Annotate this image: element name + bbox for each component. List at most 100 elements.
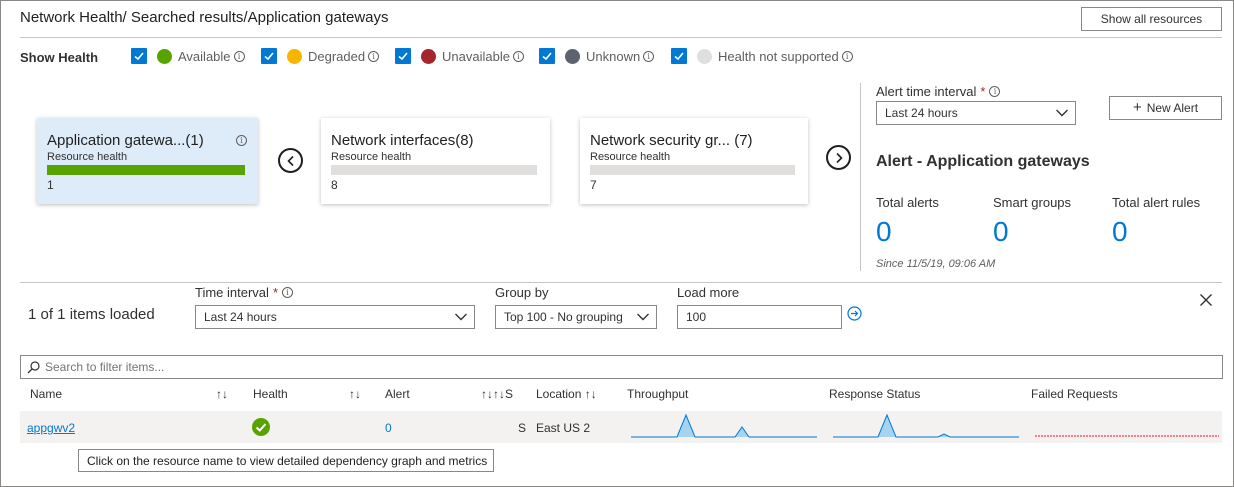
health-bar — [331, 165, 537, 175]
stat-value-total-alert-rules[interactable]: 0 — [1112, 216, 1128, 248]
card-title: Network security gr... (7) — [590, 132, 753, 149]
stat-label-smart-groups: Smart groups — [993, 195, 1072, 210]
column-header-health[interactable]: Health — [253, 387, 288, 401]
time-interval-select[interactable]: Last 24 hours — [195, 305, 475, 329]
card-subtitle: Resource health — [47, 151, 128, 163]
throughput-sparkline — [631, 413, 817, 438]
stat-label-total-alert-rules: Total alert rules — [1112, 195, 1201, 210]
show-health-label: Show Health — [20, 50, 99, 65]
health-filter-unknown[interactable]: Unknown i — [539, 48, 655, 64]
load-more-input[interactable]: 100 — [677, 305, 842, 329]
chevron-down-icon — [637, 313, 649, 321]
card-subtitle: Resource health — [590, 151, 671, 163]
info-icon: i — [233, 50, 245, 62]
column-header-name[interactable]: Name — [30, 387, 62, 401]
checkbox-checked-icon[interactable] — [131, 48, 147, 64]
location-cell: East US 2 — [536, 421, 591, 435]
status-unknown-icon — [565, 48, 580, 64]
alert-time-interval-select[interactable]: Last 24 hours — [876, 101, 1076, 125]
card-title: Application gatewa...(1) — [47, 132, 204, 149]
resource-card-network-security-groups[interactable]: Network security gr... (7) Resource heal… — [580, 118, 808, 204]
section-divider — [20, 282, 1222, 283]
required-mark: * — [272, 285, 278, 300]
card-subtitle: Resource health — [331, 151, 412, 163]
search-box[interactable] — [20, 355, 1223, 379]
health-filter-label: Available — [178, 48, 231, 64]
health-bar — [590, 165, 795, 175]
required-mark: * — [980, 84, 986, 99]
response-status-sparkline — [833, 413, 1019, 438]
alerts-divider — [860, 83, 861, 271]
close-icon[interactable] — [1199, 293, 1213, 310]
next-button[interactable] — [826, 145, 851, 170]
info-icon: i — [282, 287, 293, 298]
resource-card-application-gateways[interactable]: Application gatewa...(1) i Resource heal… — [37, 118, 258, 204]
column-header-location[interactable]: Location ↑↓ — [536, 387, 597, 401]
health-filter-label: Health not supported — [718, 48, 839, 64]
stat-value-total-alerts[interactable]: 0 — [876, 216, 892, 248]
status-available-icon — [157, 48, 172, 64]
failed-requests-sparkline — [1035, 435, 1219, 437]
resource-name-link[interactable]: appgwv2 — [27, 421, 75, 435]
tooltip: Click on the resource name to view detai… — [78, 449, 494, 472]
card-count: 7 — [590, 178, 597, 192]
group-by-label: Group by — [495, 285, 549, 300]
label-text: Time interval — [195, 285, 269, 300]
sort-icon[interactable]: ↑↓ — [216, 387, 228, 401]
checkbox-checked-icon[interactable] — [261, 48, 277, 64]
card-count: 1 — [47, 178, 54, 192]
column-header-alert[interactable]: Alert — [385, 387, 410, 401]
info-icon: i — [512, 50, 524, 62]
health-filter-unavailable[interactable]: Unavailable i — [395, 48, 524, 64]
show-all-resources-button[interactable]: Show all resources — [1081, 7, 1222, 31]
info-icon: i — [989, 86, 1001, 97]
health-filter-label: Unavailable — [442, 48, 510, 64]
status-degraded-icon — [287, 48, 302, 64]
checkbox-checked-icon[interactable] — [395, 48, 411, 64]
chevron-down-icon — [455, 313, 467, 321]
select-value: Last 24 hours — [204, 310, 277, 324]
search-input[interactable] — [45, 360, 1195, 374]
time-interval-label: Time interval * i — [195, 285, 293, 300]
load-more-label: Load more — [677, 285, 740, 300]
info-icon: i — [368, 50, 380, 62]
select-value: Last 24 hours — [885, 106, 958, 120]
stat-label-total-alerts: Total alerts — [876, 195, 939, 210]
items-loaded-text: 1 of 1 items loaded — [28, 306, 155, 323]
checkbox-checked-icon[interactable] — [539, 48, 555, 64]
card-title: Network interfaces(8) — [331, 132, 474, 149]
alerts-heading: Alert - Application gateways — [876, 153, 1090, 170]
group-by-select[interactable]: Top 100 - No grouping — [495, 305, 657, 329]
health-filter-not-supported[interactable]: Health not supported i — [671, 48, 853, 64]
search-icon — [27, 360, 40, 373]
sort-icon[interactable]: ↑↓ — [349, 387, 361, 401]
new-alert-button[interactable]: + New Alert — [1109, 96, 1222, 120]
health-filter-label: Unknown — [586, 48, 641, 64]
chevron-down-icon — [1056, 109, 1068, 117]
button-label: New Alert — [1146, 101, 1199, 115]
since-timestamp: Since 11/5/19, 09:06 AM — [876, 258, 996, 270]
status-not-supported-icon — [697, 48, 712, 64]
health-available-icon — [252, 418, 270, 439]
stat-value-smart-groups[interactable]: 0 — [993, 216, 1009, 248]
health-filter-available[interactable]: Available i — [131, 48, 245, 64]
chevron-left-icon — [286, 155, 294, 166]
column-header-failed-requests[interactable]: Failed Requests — [1031, 387, 1118, 401]
alert-count[interactable]: 0 — [385, 421, 392, 435]
status-cell: S — [518, 421, 527, 435]
info-icon: i — [236, 135, 247, 146]
column-header-throughput[interactable]: Throughput — [627, 387, 688, 401]
load-more-go-icon[interactable] — [847, 306, 862, 324]
resource-card-network-interfaces[interactable]: Network interfaces(8) Resource health 8 — [321, 118, 550, 204]
previous-button[interactable] — [278, 148, 303, 173]
checkbox-checked-icon[interactable] — [671, 48, 687, 64]
info-icon: i — [643, 50, 655, 62]
column-header-response-status[interactable]: Response Status — [829, 387, 920, 401]
chevron-right-icon — [835, 152, 843, 163]
label-text: Alert time interval — [876, 84, 977, 99]
input-value: 100 — [686, 310, 707, 324]
column-header-status-sort[interactable]: ↑↓↑↓S — [481, 387, 513, 401]
status-unavailable-icon — [421, 48, 436, 64]
health-filter-degraded[interactable]: Degraded i — [261, 48, 380, 64]
select-value: Top 100 - No grouping — [504, 310, 623, 324]
